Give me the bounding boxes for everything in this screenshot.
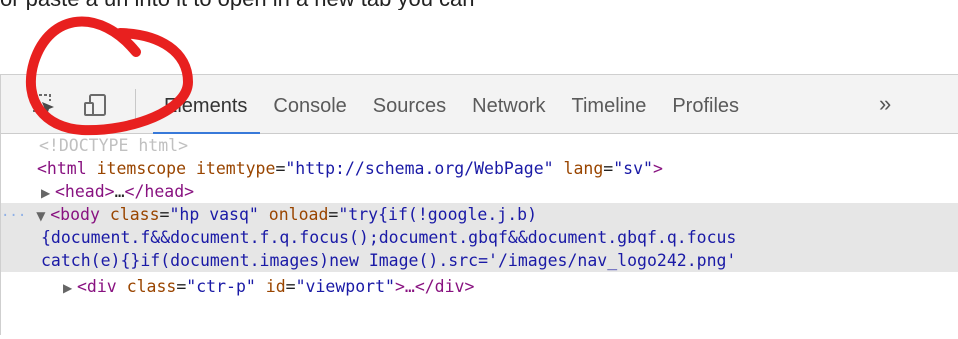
- body-node-wrap-1[interactable]: {document.f&&document.f.q.focus();docume…: [1, 226, 958, 249]
- div-id-value: "viewport": [295, 277, 395, 296]
- expand-triangle-icon[interactable]: ▶: [63, 277, 77, 298]
- html-itemtype-value: "http://schema.org/WebPage": [285, 159, 554, 178]
- devtools-toolbar: Elements Console Sources Network Timelin…: [1, 75, 958, 134]
- more-tabs-chevron-icon[interactable]: »: [879, 89, 891, 119]
- tab-elements[interactable]: Elements: [151, 75, 261, 134]
- body-tag-open: <body: [50, 205, 100, 224]
- head-node[interactable]: ▶ <head>…</head>: [41, 180, 958, 203]
- cropped-page-text: or paste a url into it to open in a new …: [0, 0, 958, 10]
- html-attr-itemscope: itemscope: [96, 159, 187, 178]
- html-node[interactable]: <html itemscope itemtype="http://schema.…: [37, 157, 958, 180]
- html-attr-lang: lang: [563, 159, 604, 178]
- div-middle: >…: [394, 277, 415, 296]
- tab-profiles[interactable]: Profiles: [659, 75, 752, 133]
- html-tag-close: >: [652, 159, 663, 178]
- doctype-line[interactable]: <!DOCTYPE html>: [39, 134, 958, 157]
- html-lang-value: "sv": [613, 159, 653, 178]
- body-class-value: "hp vasq": [169, 205, 259, 224]
- head-tag-close: </head>: [124, 182, 195, 201]
- body-onload-value-2: {document.f&&document.f.q.focus();docume…: [41, 228, 737, 247]
- body-onload-value-3: catch(e){}if(document.images)new Image()…: [41, 251, 737, 270]
- div-attr-class: class: [126, 277, 177, 296]
- div-tag-open: <div: [77, 277, 117, 296]
- div-attr-id: id: [265, 277, 286, 296]
- panel-tabs: Elements Console Sources Network Timelin…: [151, 75, 752, 134]
- body-node[interactable]: ··· ▼ <body class="hp vasq" onload="try{i…: [1, 203, 958, 226]
- tab-network[interactable]: Network: [459, 75, 558, 133]
- dom-tree: <!DOCTYPE html> <html itemscope itemtype…: [1, 134, 958, 339]
- doctype-text: <!DOCTYPE html>: [39, 136, 189, 155]
- div-class-value: "ctr-p": [186, 277, 256, 296]
- toolbar-divider: [135, 89, 136, 119]
- html-attr-itemtype: itemtype: [195, 159, 276, 178]
- body-attr-onload: onload: [268, 205, 329, 224]
- div-tag-close: </div>: [414, 277, 475, 296]
- head-ellipsis: …: [114, 182, 125, 201]
- tab-timeline[interactable]: Timeline: [559, 75, 660, 133]
- inspect-element-icon[interactable]: [31, 92, 57, 118]
- selected-node-dots-icon[interactable]: ···: [1, 208, 26, 224]
- div-node[interactable]: ▶ <div class="ctr-p" id="viewport">…</div…: [63, 275, 958, 298]
- body-onload-value-1: "try{if(!google.j.b): [338, 205, 538, 224]
- body-node-wrap-2[interactable]: catch(e){}if(document.images)new Image()…: [1, 249, 958, 272]
- tab-console[interactable]: Console: [260, 75, 359, 133]
- device-mode-icon[interactable]: [83, 92, 109, 118]
- devtools-panel: Elements Console Sources Network Timelin…: [0, 74, 958, 335]
- head-tag-open: <head>: [55, 182, 115, 201]
- html-tag-open: <html: [37, 159, 87, 178]
- tab-sources[interactable]: Sources: [360, 75, 459, 133]
- collapse-triangle-icon[interactable]: ▼: [36, 205, 50, 226]
- body-attr-class: class: [109, 205, 160, 224]
- expand-triangle-icon[interactable]: ▶: [41, 182, 55, 203]
